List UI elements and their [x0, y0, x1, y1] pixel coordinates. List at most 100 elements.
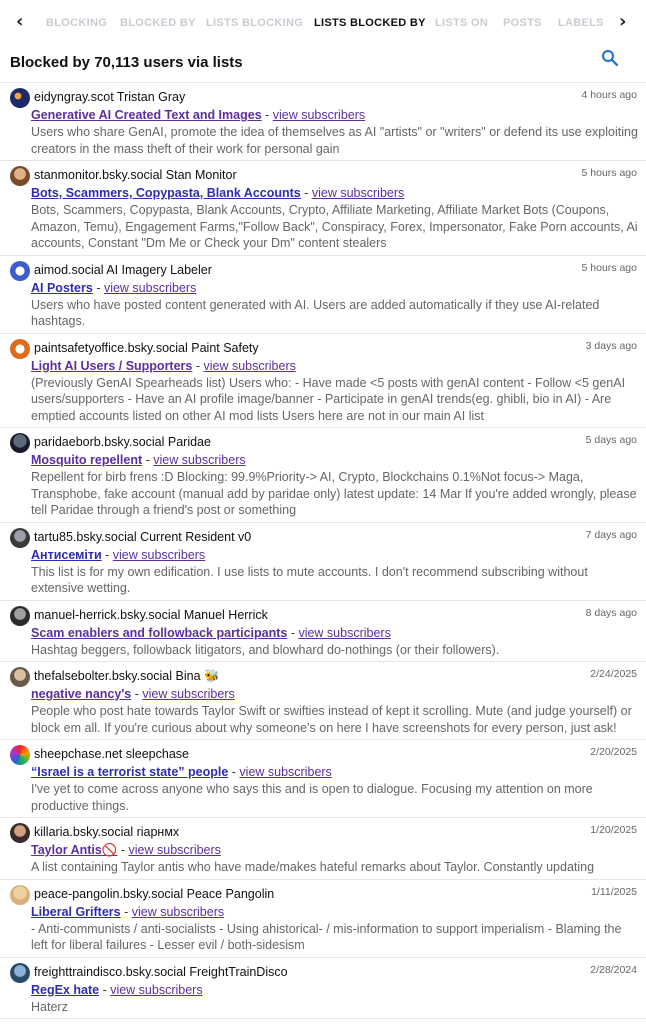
user-handle[interactable]: killaria.bsky.social riарнмх	[34, 823, 638, 841]
user-handle[interactable]: freighttraindisco.bsky.social FreightTra…	[34, 963, 638, 981]
list-line: Liberal Grifters - view subscribers	[31, 903, 638, 921]
separator: -	[228, 765, 240, 779]
avatar[interactable]	[10, 745, 30, 765]
avatar[interactable]	[10, 88, 30, 108]
chevron-right-icon[interactable]: ›	[619, 11, 626, 32]
separator: -	[92, 280, 104, 295]
view-subscribers-link[interactable]: view subscribers	[312, 186, 404, 200]
avatar[interactable]	[10, 260, 30, 281]
user-handle[interactable]: paintsafetyoffice.bsky.social Paint Safe…	[34, 339, 638, 357]
user-handle[interactable]: thefalsebolter.bsky.social Bina 🐝	[34, 667, 638, 685]
search-icon[interactable]	[601, 49, 619, 67]
timestamp: 2/20/2025	[590, 746, 637, 758]
view-subscribers-link[interactable]: view subscribers	[273, 108, 365, 122]
user-handle[interactable]: tartu85.bsky.social Current Resident v0	[34, 528, 638, 546]
view-subscribers-link[interactable]: view subscribers	[153, 453, 245, 467]
timestamp: 5 hours ago	[581, 167, 637, 179]
list-name-link[interactable]: AI Posters	[31, 281, 93, 295]
list-description: Users who have posted content generated …	[31, 297, 600, 329]
list-name-link[interactable]: Scam enablers and followback participant…	[31, 626, 287, 640]
timestamp: 5 hours ago	[581, 261, 637, 274]
separator: -	[99, 982, 111, 997]
list-name-link[interactable]: Bots, Scammers, Copypasta, Blank Account…	[31, 186, 301, 200]
view-subscribers-link[interactable]: view subscribers	[298, 626, 390, 640]
timestamp: 8 days ago	[585, 606, 637, 619]
avatar[interactable]	[10, 884, 30, 905]
tab-lists-blocking[interactable]: LISTS BLOCKING	[206, 17, 303, 29]
avatar[interactable]	[10, 338, 30, 359]
separator: -	[142, 453, 154, 467]
timestamp: 2/24/2025	[590, 668, 637, 680]
tab-blocked-by[interactable]: BLOCKED BY	[120, 17, 196, 29]
separator: -	[117, 843, 129, 857]
list-name-link[interactable]: Light AI Users / Supporters	[31, 359, 192, 373]
list-description: A list containing Taylor antis who have …	[31, 860, 595, 874]
tab-lists-on[interactable]: LISTS ON	[435, 17, 488, 29]
tab-posts[interactable]: POSTS	[503, 17, 542, 29]
tab-bar: ‹ BLOCKING BLOCKED BY LISTS BLOCKING LIS…	[0, 0, 646, 44]
list-name-link[interactable]: Антисеміти	[31, 548, 102, 562]
separator: -	[131, 687, 143, 701]
list-name-link[interactable]: RegEx hate	[31, 983, 99, 997]
list-line: Mosquito repellent - view subscribers	[31, 451, 638, 469]
tab-blocking[interactable]: BLOCKING	[46, 17, 107, 29]
avatar[interactable]	[10, 433, 30, 453]
list-name-link[interactable]: “Israel is a terrorist state” people	[31, 765, 228, 779]
list-item: sheepchase.net sleepchase 2/20/2025 “Israe…	[0, 740, 646, 818]
list-line: Light AI Users / Supporters - view subsc…	[31, 357, 638, 375]
view-subscribers-link[interactable]: view subscribers	[110, 983, 202, 997]
list-item: manuel-herrick.bsky.social Manuel Herric…	[0, 601, 646, 662]
separator: -	[101, 547, 113, 562]
list-name-link[interactable]: Taylor Antis🚫	[31, 843, 117, 857]
list-item: freighttraindisco.bsky.social FreightTra…	[0, 958, 646, 1019]
view-subscribers-link[interactable]: view subscribers	[104, 281, 196, 295]
list-name-link[interactable]: Generative AI Created Text and Images	[31, 108, 262, 122]
view-subscribers-link[interactable]: view subscribers	[129, 843, 221, 857]
avatar[interactable]	[10, 166, 30, 186]
list-name-link[interactable]: Mosquito repellent	[31, 453, 142, 467]
list-item: killaria.bsky.social riарнмх 1/20/2025 Tay…	[0, 818, 646, 880]
chevron-left-icon[interactable]: ‹	[16, 11, 23, 32]
separator: -	[261, 108, 273, 122]
list-item: paintsafetyoffice.bsky.social Paint Safe…	[0, 334, 646, 428]
view-subscribers-link[interactable]: view subscribers	[142, 687, 234, 701]
list-description: Bots, Scammers, Copypasta, Blank Account…	[31, 203, 638, 250]
view-subscribers-link[interactable]: view subscribers	[239, 765, 331, 779]
view-subscribers-link[interactable]: view subscribers	[132, 905, 224, 919]
list-description: Haterz	[31, 999, 68, 1014]
tab-lists-blocked-by[interactable]: LISTS BLOCKED BY	[314, 17, 426, 29]
avatar[interactable]	[10, 823, 30, 843]
timestamp: 2/28/2024	[590, 963, 637, 976]
tab-labels[interactable]: LABELS	[558, 17, 604, 29]
list-item: eidyngray.scot Tristan Gray 4 hours ago Ge…	[0, 83, 646, 161]
avatar[interactable]	[10, 962, 30, 983]
list-description: I've yet to come across anyone who says …	[31, 782, 593, 813]
view-subscribers-link[interactable]: view subscribers	[203, 359, 295, 373]
avatar[interactable]	[10, 667, 30, 687]
list-item: thefalsebolter.bsky.social Bina 🐝 2/24/20…	[0, 662, 646, 740]
list-name-link[interactable]: negative nancy's	[31, 687, 131, 701]
user-handle[interactable]: eidyngray.scot Tristan Gray	[34, 88, 638, 106]
avatar[interactable]	[10, 605, 30, 626]
list-description: (Previously GenAI Spearheads list) Users…	[31, 375, 626, 423]
user-handle[interactable]: manuel-herrick.bsky.social Manuel Herric…	[34, 606, 638, 624]
list-description: Hashtag beggers, followback litigators, …	[31, 642, 500, 657]
list-description: This list is for my own edification. I u…	[31, 564, 588, 596]
list-line: RegEx hate - view subscribers	[31, 981, 638, 999]
separator: -	[120, 904, 132, 919]
list-description: - Anti-communists / anti-socialists - Us…	[31, 921, 622, 953]
list-line: Taylor Antis🚫 - view subscribers	[31, 841, 638, 859]
user-handle[interactable]: sheepchase.net sleepchase	[34, 745, 638, 763]
user-handle[interactable]: peace-pangolin.bsky.social Peace Pangoli…	[34, 885, 638, 903]
list-description: Users who share GenAI, promote the idea …	[31, 125, 638, 156]
list-name-link[interactable]: Liberal Grifters	[31, 905, 121, 919]
list-line: “Israel is a terrorist state” people - v…	[31, 763, 638, 781]
timestamp: 7 days ago	[585, 528, 637, 541]
user-handle[interactable]: paridaeborb.bsky.social Paridae	[34, 433, 638, 451]
user-handle[interactable]: stanmonitor.bsky.social Stan Monitor	[34, 166, 638, 184]
view-subscribers-link[interactable]: view subscribers	[113, 548, 205, 562]
user-handle[interactable]: aimod.social AI Imagery Labeler	[34, 261, 638, 279]
list-line: AI Posters - view subscribers	[31, 279, 638, 297]
avatar[interactable]	[10, 527, 30, 548]
list-line: Generative AI Created Text and Images - …	[31, 106, 638, 124]
